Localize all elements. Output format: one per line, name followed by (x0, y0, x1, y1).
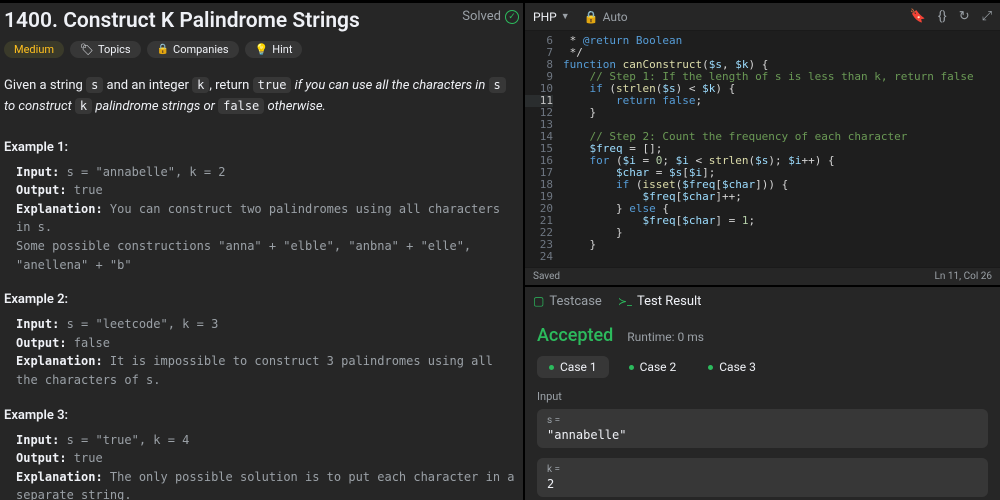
bookmark-icon[interactable]: 🔖 (910, 9, 926, 24)
chevron-down-icon: ▼ (561, 11, 570, 22)
status-dot (629, 365, 634, 370)
case-tab[interactable]: Case 2 (617, 356, 689, 378)
reset-icon[interactable]: ↻ (959, 9, 970, 24)
problem-description: Given a string s and an integer k, retur… (4, 76, 519, 118)
code-editor[interactable]: 6789101112131415161718192021222324 * @re… (525, 31, 1000, 267)
editor-toolbar: PHP▼ 🔒Auto 🔖 {} ↻ ⤢ (525, 3, 1000, 31)
problem-panel: 1400. Construct K Palindrome Strings Sol… (0, 3, 523, 500)
problem-title: 1400. Construct K Palindrome Strings (4, 9, 360, 33)
bulb-icon: 💡 (255, 43, 269, 56)
status-dot (708, 365, 713, 370)
lock-icon: 🔒 (157, 44, 169, 55)
cases-row: Case 1 Case 2 Case 3 (537, 356, 988, 378)
difficulty-tag[interactable]: Medium (4, 41, 64, 58)
companies-tag[interactable]: 🔒Companies (147, 41, 239, 58)
lock-icon: 🔒 (584, 10, 599, 24)
hint-tag[interactable]: 💡Hint (245, 41, 303, 58)
result-runtime: Runtime: 0 ms (627, 330, 704, 344)
code-panel: PHP▼ 🔒Auto 🔖 {} ↻ ⤢ 67891011121314151617… (523, 3, 1000, 500)
auto-toggle[interactable]: 🔒Auto (584, 10, 628, 24)
saved-indicator: Saved (533, 271, 560, 282)
solved-badge: Solved✓ (462, 9, 519, 24)
topics-tag[interactable]: 🏷Topics (70, 41, 141, 58)
expand-icon[interactable]: ⤢ (982, 9, 992, 24)
test-tabs: ▢Testcase ≻_Test Result (525, 285, 1000, 315)
test-result-tab[interactable]: ≻_Test Result (618, 294, 702, 309)
example: Example 1:Input: s = "annabelle", k = 2 … (4, 140, 519, 275)
editor-status-bar: Saved Ln 11, Col 26 (525, 267, 1000, 285)
input-heading: Input (537, 390, 988, 403)
example: Example 2:Input: s = "leetcode", k = 3 O… (4, 292, 519, 389)
testcase-tab[interactable]: ▢Testcase (533, 294, 602, 309)
braces-icon[interactable]: {} (938, 9, 947, 24)
case-tab[interactable]: Case 3 (696, 356, 768, 378)
line-gutter: 6789101112131415161718192021222324 (525, 31, 563, 267)
language-selector[interactable]: PHP▼ (533, 10, 570, 24)
results-panel: Accepted Runtime: 0 ms Case 1Case 2Case … (525, 315, 1000, 500)
input-variable: s ="annabelle" (537, 409, 988, 448)
examples-section: Example 1:Input: s = "annabelle", k = 2 … (4, 140, 519, 500)
case-tab[interactable]: Case 1 (537, 356, 609, 378)
input-variable: k =2 (537, 458, 988, 497)
code-body[interactable]: * @return Boolean */function canConstruc… (563, 31, 974, 267)
checkbox-icon: ▢ (533, 294, 544, 308)
check-icon: ✓ (505, 10, 519, 24)
example: Example 3:Input: s = "true", k = 4 Outpu… (4, 408, 519, 500)
cursor-position: Ln 11, Col 26 (935, 271, 992, 282)
status-dot (549, 365, 554, 370)
terminal-icon: ≻_ (618, 295, 632, 308)
tag-icon: 🏷 (80, 43, 94, 56)
result-status: Accepted (537, 325, 613, 346)
